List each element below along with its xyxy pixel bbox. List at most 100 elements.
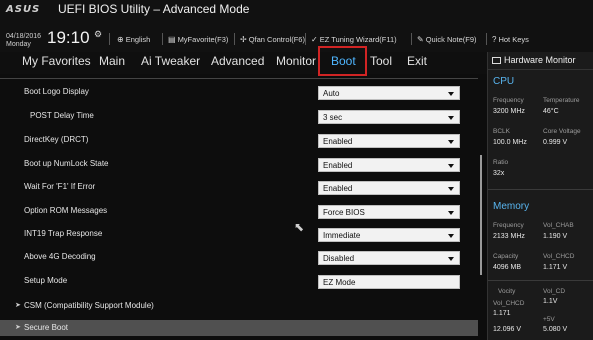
qfan-control-label: Qfan Control(F6) [248, 35, 305, 44]
numlock-state-select[interactable]: Enabled [318, 158, 460, 172]
setup-mode-field[interactable]: EZ Mode [318, 275, 460, 289]
above-4g-decoding-select[interactable]: Disabled [318, 251, 460, 265]
option-rom-messages-select[interactable]: Force BIOS [318, 205, 460, 219]
wait-f1-select[interactable]: Enabled [318, 181, 460, 195]
tab-my-favorites[interactable]: My Favorites [22, 54, 91, 68]
core-voltage-value: 0.999 V [543, 139, 568, 146]
dropdown-arrow-icon [448, 116, 454, 120]
tab-exit[interactable]: Exit [407, 54, 427, 68]
quick-note-button[interactable]: ✎ Quick Note(F9) [417, 35, 477, 44]
vol-chab-value: 1.190 V [543, 233, 568, 240]
setting-row: DirectKey (DRCT) Enabled [0, 130, 478, 154]
setting-label: Option ROM Messages [24, 206, 108, 215]
cpu-temperature-value: 46°C [543, 108, 559, 115]
vol-chab-label: Vol_CHAB [543, 222, 574, 229]
wizard-icon: ✓ [311, 35, 318, 44]
globe-icon: ⊕ [117, 35, 124, 44]
day-text: Monday [6, 41, 31, 48]
select-value: 3 sec [323, 113, 343, 122]
myfavorite-button[interactable]: ▤ MyFavorite(F3) [168, 35, 228, 44]
toolbar-divider [234, 33, 235, 45]
voltage-label-d: +5V [543, 316, 555, 323]
memory-frequency-label: Frequency [493, 222, 524, 229]
boot-logo-display-select[interactable]: Auto [318, 86, 460, 100]
tab-monitor[interactable]: Monitor [276, 54, 316, 68]
cpu-temperature-label: Temperature [543, 97, 580, 104]
asus-logo: ASUS [6, 4, 41, 15]
favorite-icon: ▤ [168, 35, 176, 44]
quick-note-label: Quick Note(F9) [425, 35, 477, 44]
voltage-value-d: 5.080 V [543, 326, 568, 333]
setting-row: Boot Logo Display Auto [0, 82, 478, 106]
setting-label: Boot Logo Display [24, 87, 89, 96]
voltage-value-a: 1.171 [493, 310, 511, 317]
secure-boot-submenu[interactable]: ➤ Secure Boot [0, 320, 478, 336]
ratio-value: 32x [493, 170, 505, 177]
int19-trap-response-select[interactable]: Immediate [318, 228, 460, 242]
select-value: Disabled [323, 254, 355, 263]
settings-panel: Boot Logo Display Auto POST Delay Time 3… [0, 80, 478, 340]
fan-icon: ✢ [240, 35, 247, 44]
cpu-heading: CPU [493, 76, 515, 87]
dropdown-arrow-icon [448, 187, 454, 191]
scrollbar[interactable] [480, 155, 482, 275]
setting-label: Setup Mode [24, 276, 68, 285]
voltage-label-b: Vol_CD [543, 288, 566, 295]
setting-label: POST Delay Time [30, 111, 94, 120]
setting-row: INT19 Trap Response Immediate [0, 224, 478, 248]
toolbar-divider [109, 33, 110, 45]
select-value: Enabled [323, 161, 353, 170]
cpu-frequency-value: 3200 MHz [493, 108, 525, 115]
date-display: 04/18/2016 Monday [6, 33, 41, 49]
setting-label: INT19 Trap Response [24, 229, 103, 238]
date-text: 04/18/2016 [6, 33, 42, 40]
dropdown-arrow-icon [448, 211, 454, 215]
csm-submenu[interactable]: ➤ CSM (Compatibility Support Module) [0, 298, 478, 314]
hardware-monitor-panel: Hardware Monitor CPU Frequency Temperatu… [487, 52, 593, 340]
main-nav: My Favorites Main Ai Tweaker Advanced Mo… [0, 52, 487, 74]
boot-tab-highlight [318, 46, 367, 76]
tab-main[interactable]: Main [99, 54, 125, 68]
voltage-value-c: 12.096 V [493, 326, 522, 333]
settings-gear-icon[interactable]: ⚙ [94, 29, 102, 40]
tab-tool[interactable]: Tool [370, 54, 392, 68]
monitor-icon [492, 57, 501, 64]
setting-row: Wait For 'F1' If Error Enabled [0, 177, 478, 201]
setting-label: Boot up NumLock State [24, 159, 109, 168]
divider [488, 69, 593, 70]
tab-advanced[interactable]: Advanced [211, 54, 264, 68]
help-icon: ? [492, 35, 497, 44]
directkey-select[interactable]: Enabled [318, 134, 460, 148]
vol-chcd-label: Vol_CHCD [543, 253, 575, 260]
dropdown-arrow-icon [448, 234, 454, 238]
field-value: EZ Mode [323, 278, 356, 287]
post-delay-time-select[interactable]: 3 sec [318, 110, 460, 124]
tab-ai-tweaker[interactable]: Ai Tweaker [141, 54, 200, 68]
hardware-monitor-label: Hardware Monitor [504, 55, 576, 65]
ez-tuning-wizard-button[interactable]: ✓ EZ Tuning Wizard(F11) [311, 35, 397, 44]
qfan-control-button[interactable]: ✢ Qfan Control(F6) [240, 35, 305, 44]
submenu-label: Secure Boot [24, 323, 69, 332]
bclk-value: 100.0 MHz [493, 139, 527, 146]
top-bar: ASUS UEFI BIOS Utility – Advanced Mode 0… [0, 0, 593, 52]
nav-divider [0, 78, 478, 79]
language-button[interactable]: ⊕ English [117, 35, 150, 44]
hot-keys-button[interactable]: ? Hot Keys [492, 35, 529, 44]
toolbar-divider [486, 33, 487, 45]
capacity-value: 4096 MB [493, 264, 522, 271]
setting-row: Boot up NumLock State Enabled [0, 154, 478, 178]
dropdown-arrow-icon [448, 164, 454, 168]
select-value: Immediate [323, 231, 361, 240]
setting-row: Setup Mode EZ Mode [0, 271, 478, 295]
ratio-label: Ratio [493, 159, 509, 166]
select-value: Enabled [323, 137, 353, 146]
select-value: Enabled [323, 184, 353, 193]
voltage-label-c: Vol_CHCD [493, 300, 525, 307]
setting-label: DirectKey (DRCT) [24, 135, 89, 144]
toolbar-divider [162, 33, 163, 45]
setting-row: POST Delay Time 3 sec [0, 106, 478, 130]
core-voltage-label: Core Voltage [543, 128, 581, 135]
capacity-label: Capacity [493, 253, 519, 260]
vol-chcd-value: 1.171 V [543, 264, 568, 271]
clock: 19:10 [47, 28, 90, 47]
